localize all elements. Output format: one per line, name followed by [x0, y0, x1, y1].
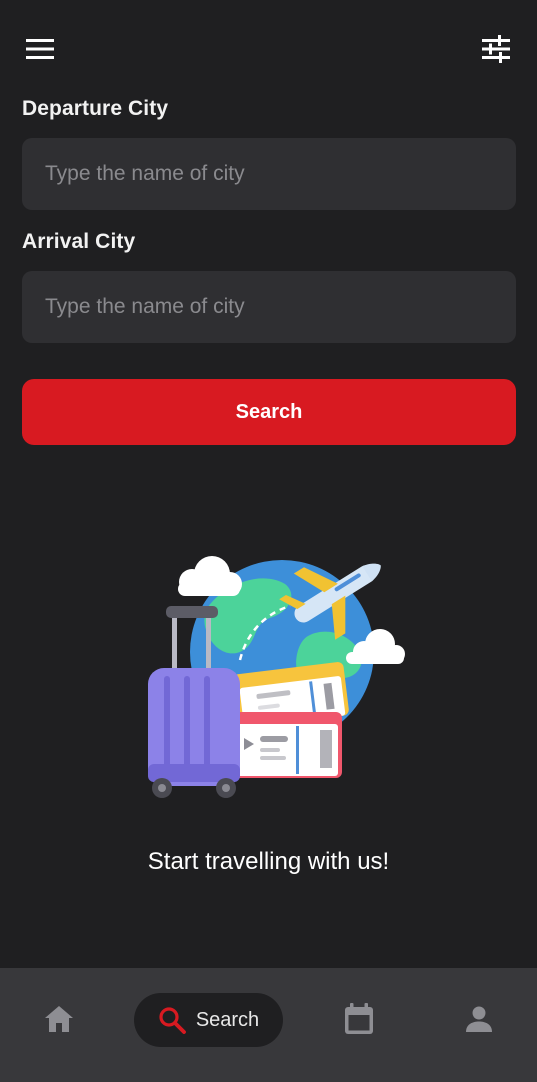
filter-button[interactable]	[476, 29, 516, 69]
nav-search-label: Search	[195, 1008, 260, 1031]
menu-button[interactable]	[20, 29, 60, 69]
travel-illustration	[148, 556, 405, 798]
nav-search[interactable]: Search	[134, 993, 283, 1047]
person-icon	[466, 1006, 492, 1032]
nav-home[interactable]	[38, 998, 80, 1040]
tune-icon	[482, 35, 510, 63]
arrival-city-input[interactable]	[22, 271, 516, 343]
search-icon	[159, 1007, 186, 1034]
menu-icon	[26, 39, 54, 59]
calendar-icon	[345, 1003, 373, 1034]
departure-city-label: Departure City	[22, 97, 169, 120]
tagline: Start travelling with us!	[147, 848, 390, 875]
bottom-navigation: Search	[0, 968, 537, 1082]
departure-city-input[interactable]	[22, 138, 516, 210]
nav-calendar[interactable]	[338, 998, 380, 1040]
nav-profile[interactable]	[458, 998, 500, 1040]
top-app-bar	[0, 0, 537, 96]
arrival-city-label: Arrival City	[22, 230, 136, 253]
home-icon	[45, 1006, 73, 1032]
search-button[interactable]: Search	[22, 379, 516, 445]
